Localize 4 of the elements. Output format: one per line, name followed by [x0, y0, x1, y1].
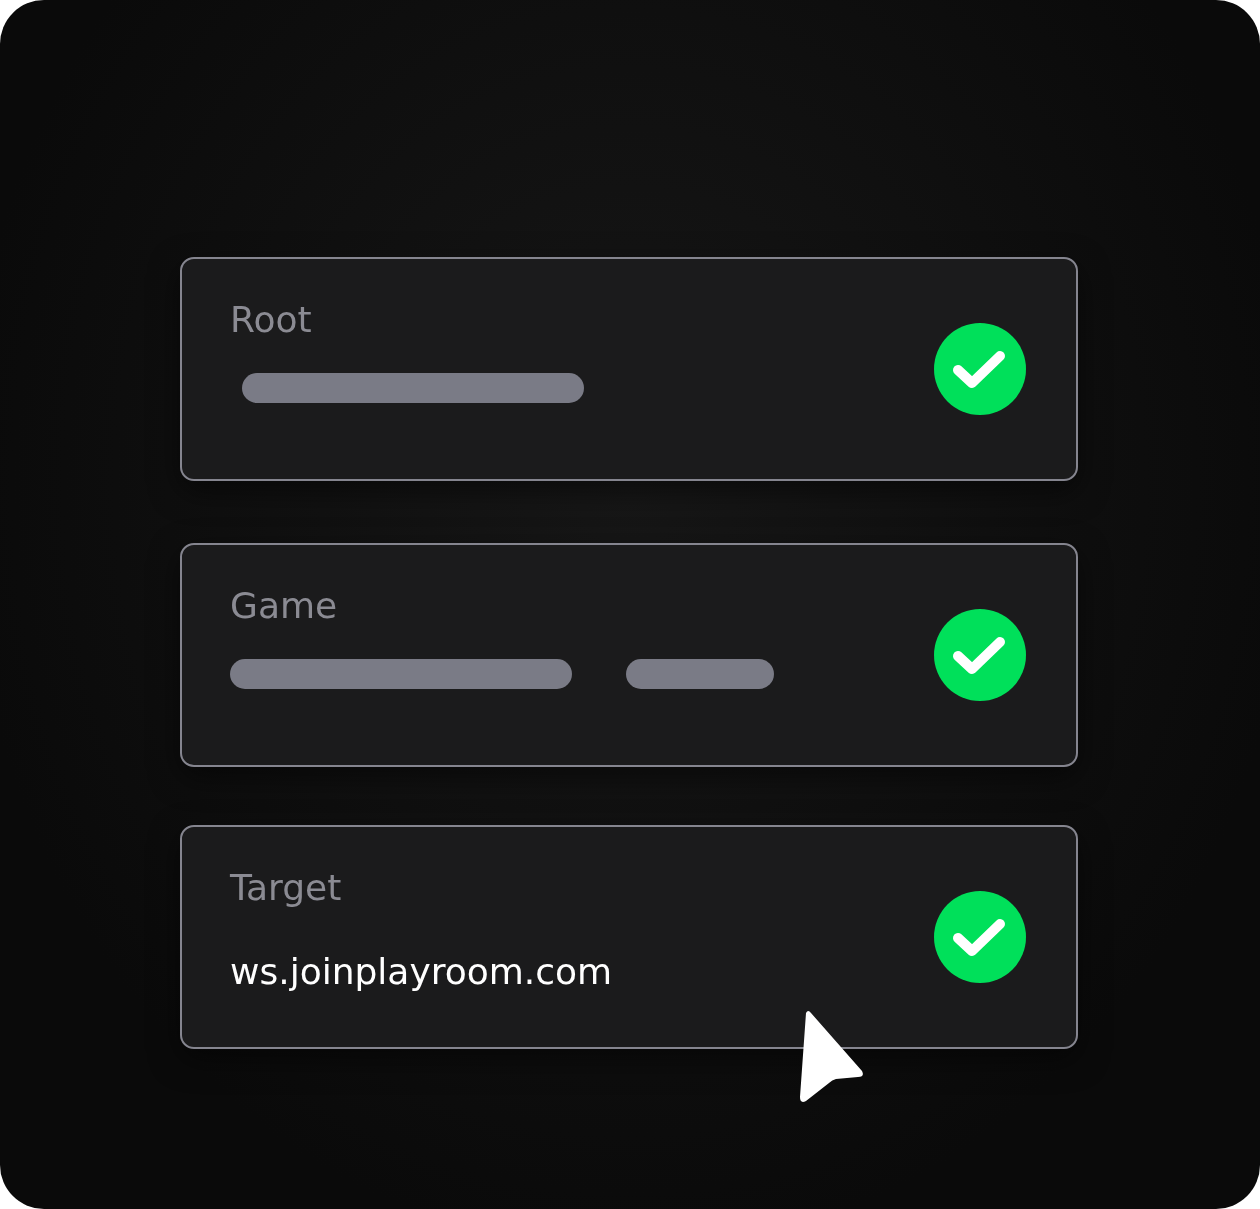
field-label: Target [230, 866, 343, 910]
field-label: Game [230, 584, 339, 628]
field-label: Root [230, 298, 313, 342]
field-value: ws.joinplayroom.com [230, 950, 613, 994]
